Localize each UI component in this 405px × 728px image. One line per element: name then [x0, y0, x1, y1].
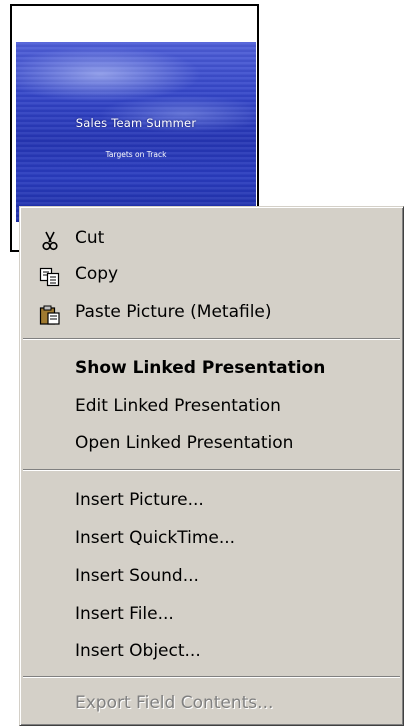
menu-item-label: Insert Sound... [75, 566, 199, 586]
paste-icon [39, 302, 61, 325]
menu-item-label: Insert QuickTime... [75, 528, 236, 548]
menu-item-label: Insert File... [75, 604, 174, 624]
menu-separator [23, 676, 400, 678]
slide-background: Sales Team Summer Targets on Track [16, 42, 256, 222]
menu-item-label: Edit Linked Presentation [75, 396, 281, 416]
menu-item-label: Show Linked Presentation [75, 358, 326, 378]
menu-item-insert-quicktime[interactable]: Insert QuickTime... [23, 520, 400, 556]
menu-item-open-linked-presentation[interactable]: Open Linked Presentation [23, 425, 400, 461]
context-menu: Cut Copy Paste Picture (Metafile) Show L… [19, 206, 404, 726]
menu-item-cut[interactable]: Cut [23, 220, 400, 256]
menu-item-label: Cut [75, 228, 105, 248]
menu-item-label: Copy [75, 264, 119, 284]
copy-icon [39, 264, 61, 287]
scissors-icon [39, 228, 61, 251]
menu-item-export-field-contents: Export Field Contents... [23, 685, 400, 721]
menu-item-paste-picture[interactable]: Paste Picture (Metafile) [23, 294, 400, 330]
menu-item-label: Insert Object... [75, 641, 201, 661]
menu-item-label: Paste Picture (Metafile) [75, 302, 272, 322]
menu-item-copy[interactable]: Copy [23, 256, 400, 292]
menu-item-label: Export Field Contents... [75, 693, 274, 713]
menu-separator [23, 338, 400, 340]
menu-item-label: Open Linked Presentation [75, 433, 294, 453]
menu-item-edit-linked-presentation[interactable]: Edit Linked Presentation [23, 388, 400, 424]
menu-item-show-linked-presentation[interactable]: Show Linked Presentation [23, 350, 400, 386]
slide-title: Sales Team Summer [75, 116, 197, 130]
menu-item-label: Insert Picture... [75, 490, 204, 510]
menu-separator [23, 469, 400, 471]
menu-item-insert-sound[interactable]: Insert Sound... [23, 558, 400, 594]
slide-subtitle: Targets on Track [105, 150, 167, 159]
menu-item-insert-picture[interactable]: Insert Picture... [23, 482, 400, 518]
menu-item-insert-file[interactable]: Insert File... [23, 596, 400, 632]
menu-item-insert-object[interactable]: Insert Object... [23, 633, 400, 669]
